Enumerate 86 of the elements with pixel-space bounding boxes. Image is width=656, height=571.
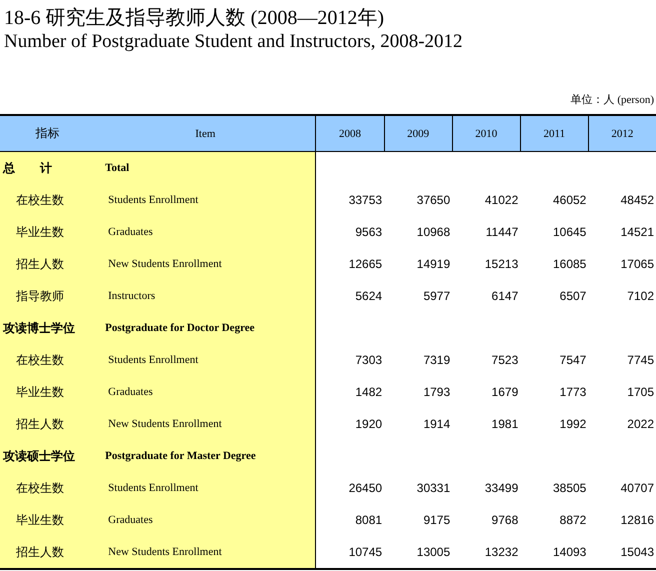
- table-cell: Graduates: [95, 376, 316, 408]
- table-cell: 15043: [588, 536, 656, 569]
- table-cell: 招生人数: [0, 248, 96, 280]
- table-cell-text: 38505: [552, 480, 588, 497]
- table-cell-text: 15213: [484, 256, 520, 273]
- table-cell-text: 17065: [620, 256, 655, 273]
- table-cell: New Students Enrollment: [95, 408, 316, 440]
- table-cell: 33753: [316, 184, 384, 216]
- table-cell: 在校生数: [0, 184, 96, 216]
- table-cell: 毕业生数: [0, 376, 96, 408]
- table-cell: 12665: [316, 248, 384, 280]
- table-cell: Total: [95, 152, 316, 184]
- table-cell-text: 7547: [558, 352, 588, 369]
- table-cell: 7303: [316, 344, 384, 376]
- table-cell-text: 30331: [416, 480, 452, 497]
- table-cell-text: 9175: [422, 512, 452, 529]
- column-header: 指标: [0, 115, 96, 152]
- table-cell: Postgraduate for Master Degree: [95, 440, 316, 472]
- table-cell: 13005: [384, 536, 452, 569]
- table-cell-text: 1773: [558, 384, 588, 401]
- table-cell: 1482: [316, 376, 384, 408]
- table-cell-text: 8872: [558, 512, 588, 529]
- table-cell-text: 40707: [620, 480, 655, 497]
- table-cell-text: 10968: [416, 224, 452, 241]
- table-cell: New Students Enrollment: [95, 536, 316, 569]
- table-cell-text: 1679: [490, 384, 520, 401]
- table-cell: 10745: [316, 536, 384, 569]
- table-cell: Instructors: [95, 280, 316, 312]
- table-cell: 在校生数: [0, 472, 96, 504]
- table-cell: 14093: [520, 536, 588, 569]
- table-cell: Graduates: [95, 504, 316, 536]
- table-cell-text: 14919: [416, 256, 452, 273]
- table-cell: 毕业生数: [0, 216, 96, 248]
- table-cell: 毕业生数: [0, 504, 96, 536]
- column-header: 2010: [452, 115, 520, 152]
- table-cell: 9563: [316, 216, 384, 248]
- table-cell-text: 7319: [422, 352, 452, 369]
- table-cell: New Students Enrollment: [95, 248, 316, 280]
- table-cell: 1920: [316, 408, 384, 440]
- table-cell-text: 6147: [490, 288, 520, 305]
- column-header: 2009: [384, 115, 452, 152]
- table-cell-text: 2022: [626, 416, 655, 433]
- table-cell: 总 计: [0, 152, 96, 184]
- table-cell: Students Enrollment: [95, 344, 316, 376]
- table-cell-text: 37650: [416, 192, 452, 209]
- table-cell: Students Enrollment: [95, 472, 316, 504]
- table-cell-text: 9768: [490, 512, 520, 529]
- table-cell: Postgraduate for Doctor Degree: [95, 312, 316, 344]
- table-cell-text: 1992: [558, 416, 588, 433]
- table-cell: 指导教师: [0, 280, 96, 312]
- page-subtitle: Number of Postgraduate Student and Instructors, 2008-2012: [3, 30, 464, 54]
- table-cell: 8081: [316, 504, 384, 536]
- table-cell: 在校生数: [0, 344, 96, 376]
- unit-label: 单位：人 (person): [570, 93, 654, 108]
- table-cell-text: 1793: [422, 384, 452, 401]
- table-cell-text: 7523: [490, 352, 520, 369]
- table-cell-text: 6507: [558, 288, 588, 305]
- table-cell-text: 48452: [620, 192, 655, 209]
- table-cell: 招生人数: [0, 536, 96, 569]
- table-cell: Students Enrollment: [95, 184, 316, 216]
- table-cell-text: 11447: [484, 224, 520, 241]
- table-cell-text: 14521: [620, 224, 655, 241]
- table-cell-text: 5977: [422, 288, 452, 305]
- table-cell-text: 7745: [626, 352, 655, 369]
- table-cell-text: 46052: [552, 192, 588, 209]
- table-cell-text: 10645: [552, 224, 588, 241]
- table-cell: 13232: [452, 536, 520, 569]
- table-cell-text: 1705: [626, 384, 655, 401]
- column-header: 2008: [316, 115, 384, 152]
- table-cell-text: 12816: [620, 512, 655, 529]
- table-cell: 攻读硕士学位: [0, 440, 96, 472]
- column-header: Item: [95, 115, 316, 152]
- column-header: 2012: [588, 115, 656, 152]
- table-cell-text: 1981: [490, 416, 520, 433]
- table-cell: 招生人数: [0, 408, 96, 440]
- table-cell-text: 33499: [484, 480, 520, 497]
- table-cell-text: 41022: [484, 192, 520, 209]
- table-cell: 26450: [316, 472, 384, 504]
- table-cell: Graduates: [95, 216, 316, 248]
- table-cell-text: 1914: [422, 416, 452, 433]
- table-cell-text: 16085: [552, 256, 588, 273]
- page-title: 18-6 研究生及指导教师人数 (2008—2012年): [3, 6, 385, 30]
- table-cell-text: 7102: [626, 288, 655, 305]
- table-cell: 攻读博士学位: [0, 312, 96, 344]
- column-header: 2011: [520, 115, 588, 152]
- table-cell: 5624: [316, 280, 384, 312]
